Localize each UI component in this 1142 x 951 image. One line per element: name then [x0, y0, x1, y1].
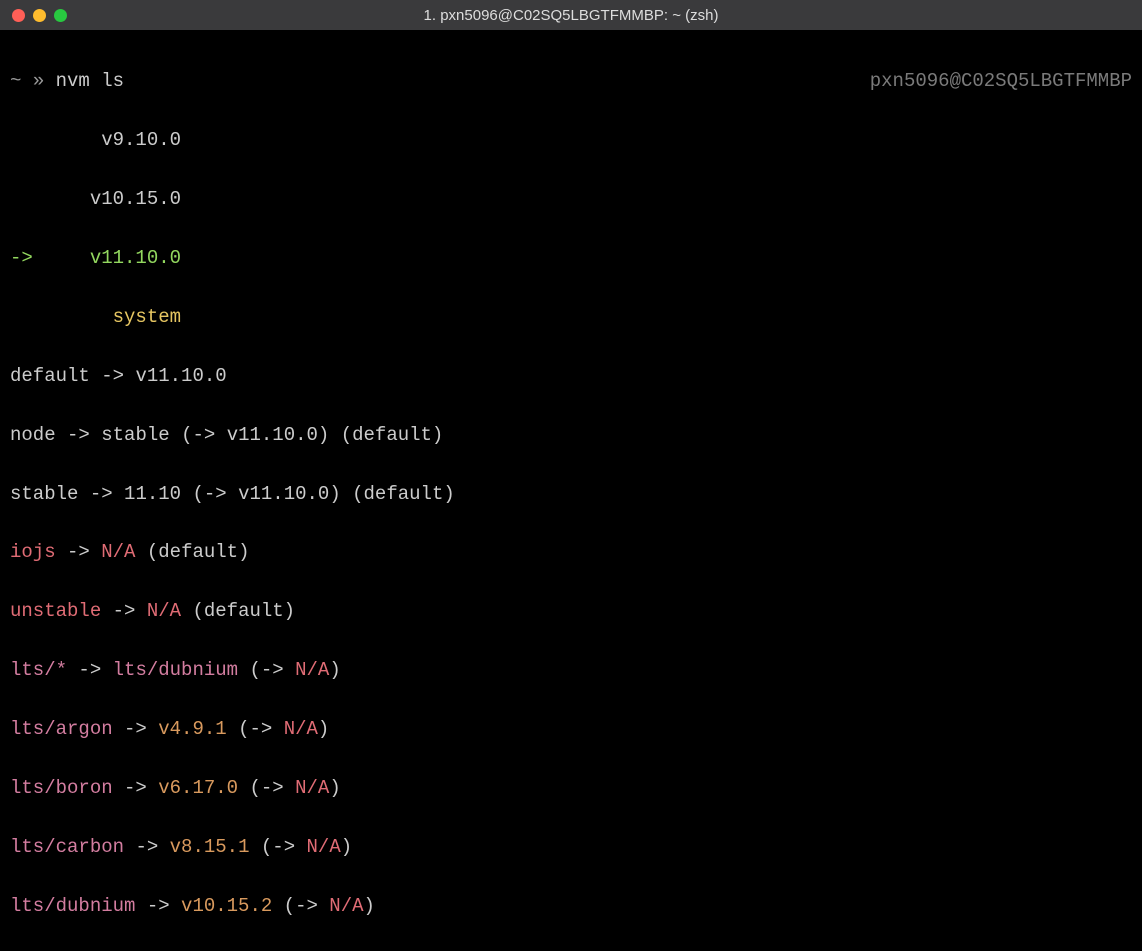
window-title: 1. pxn5096@C02SQ5LBGTFMMBP: ~ (zsh) — [424, 7, 719, 24]
output-line: lts/boron -> v6.17.0 (-> N/A) — [10, 774, 1132, 803]
output-line: lts/dubnium -> v10.15.2 (-> N/A) — [10, 892, 1132, 921]
resolve-close: ) — [341, 836, 352, 858]
current-arrow: -> — [10, 247, 33, 269]
alias-target: lts/dubnium — [113, 659, 238, 681]
resolve-version: v11.10.0 — [227, 424, 318, 446]
alias-target: v10.15.2 — [181, 895, 272, 917]
resolve-open: (-> — [192, 483, 226, 505]
alias-name: node — [10, 424, 56, 446]
resolve-na: N/A — [329, 895, 363, 917]
resolve-close: ) — [329, 659, 340, 681]
version-system: system — [113, 306, 181, 328]
resolve-open: (-> — [238, 718, 272, 740]
alias-target: stable — [101, 424, 169, 446]
minimize-icon[interactable] — [33, 9, 46, 22]
resolve-close: ) — [329, 777, 340, 799]
alias-tag: (default) — [352, 483, 455, 505]
alias-name: stable — [10, 483, 78, 505]
alias-tag: (default) — [341, 424, 444, 446]
resolve-open: (-> — [261, 836, 295, 858]
alias-name: lts/argon — [10, 718, 113, 740]
alias-arrow: -> — [90, 483, 113, 505]
alias-target: v8.15.1 — [170, 836, 250, 858]
alias-arrow: -> — [135, 836, 158, 858]
right-prompt: pxn5096@C02SQ5LBGTFMMBP — [870, 67, 1132, 96]
resolve-open: (-> — [181, 424, 215, 446]
version-current: v11.10.0 — [90, 247, 181, 269]
version-item: v10.15.0 — [90, 188, 181, 210]
alias-name: lts/dubnium — [10, 895, 135, 917]
alias-name: iojs — [10, 541, 56, 563]
output-line: default -> v11.10.0 — [10, 362, 1132, 391]
close-icon[interactable] — [12, 9, 25, 22]
traffic-lights — [12, 9, 67, 22]
alias-target: N/A — [101, 541, 135, 563]
output-line: v9.10.0 — [10, 126, 1132, 155]
alias-arrow: -> — [67, 541, 90, 563]
output-line: lts/* -> lts/dubnium (-> N/A) — [10, 656, 1132, 685]
alias-arrow: -> — [124, 718, 147, 740]
terminal-output[interactable]: ~ » nvm ls pxn5096@C02SQ5LBGTFMMBP v9.10.… — [0, 30, 1142, 568]
prompt-symbol: » — [33, 70, 44, 92]
alias-target: v11.10.0 — [135, 365, 226, 387]
alias-target: v6.17.0 — [158, 777, 238, 799]
output-line: v10.15.0 — [10, 185, 1132, 214]
alias-name: lts/* — [10, 659, 67, 681]
resolve-close: ) — [318, 718, 329, 740]
resolve-close: ) — [364, 895, 375, 917]
resolve-open: (-> — [249, 777, 283, 799]
alias-target: v4.9.1 — [158, 718, 226, 740]
alias-name: default — [10, 365, 90, 387]
command-text: nvm ls — [56, 70, 124, 92]
output-line: lts/argon -> v4.9.1 (-> N/A) — [10, 715, 1132, 744]
alias-arrow: -> — [78, 659, 101, 681]
resolve-close: ) — [318, 424, 329, 446]
prompt-line: ~ » nvm ls pxn5096@C02SQ5LBGTFMMBP — [10, 67, 1132, 96]
alias-arrow: -> — [67, 424, 90, 446]
window-titlebar: 1. pxn5096@C02SQ5LBGTFMMBP: ~ (zsh) — [0, 0, 1142, 30]
output-line: lts/carbon -> v8.15.1 (-> N/A) — [10, 833, 1132, 862]
resolve-na: N/A — [307, 836, 341, 858]
maximize-icon[interactable] — [54, 9, 67, 22]
prompt-cwd: ~ — [10, 70, 21, 92]
resolve-open: (-> — [284, 895, 318, 917]
alias-arrow: -> — [124, 777, 147, 799]
resolve-na: N/A — [295, 777, 329, 799]
alias-tag: (default) — [147, 541, 250, 563]
resolve-na: N/A — [284, 718, 318, 740]
output-line: system — [10, 303, 1132, 332]
alias-target: 11.10 — [124, 483, 181, 505]
resolve-na: N/A — [295, 659, 329, 681]
alias-name: lts/boron — [10, 777, 113, 799]
alias-name: unstable — [10, 600, 101, 622]
resolve-open: (-> — [249, 659, 283, 681]
alias-arrow: -> — [113, 600, 136, 622]
output-line: -> v11.10.0 — [10, 244, 1132, 273]
output-line: node -> stable (-> v11.10.0) (default) — [10, 421, 1132, 450]
alias-arrow: -> — [101, 365, 124, 387]
output-line: iojs -> N/A (default) — [10, 538, 1132, 567]
version-item: v9.10.0 — [101, 129, 181, 151]
resolve-close: ) — [329, 483, 340, 505]
output-line: unstable -> N/A (default) — [10, 597, 1132, 626]
resolve-version: v11.10.0 — [238, 483, 329, 505]
alias-name: lts/carbon — [10, 836, 124, 858]
output-line: stable -> 11.10 (-> v11.10.0) (default) — [10, 480, 1132, 509]
alias-target: N/A — [147, 600, 181, 622]
alias-arrow: -> — [147, 895, 170, 917]
alias-tag: (default) — [192, 600, 295, 622]
